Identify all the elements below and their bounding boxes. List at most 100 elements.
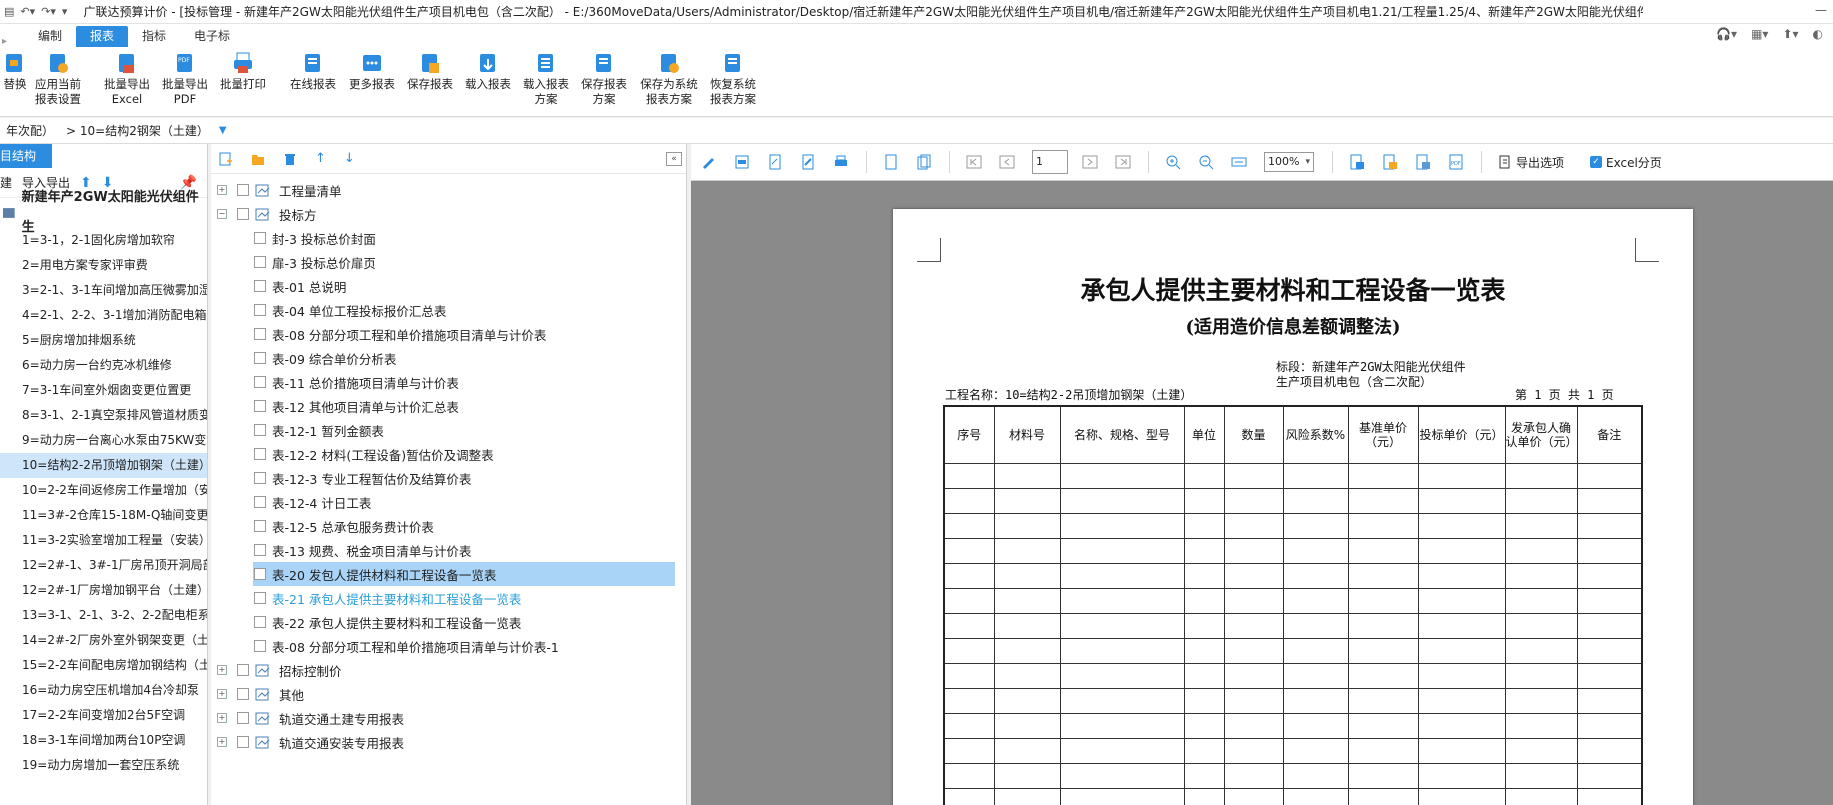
tree-report-item[interactable]: 表-04 单位工程投标报价汇总表: [211, 298, 686, 322]
collapse-icon[interactable]: −: [217, 209, 227, 219]
tree-checkbox[interactable]: [254, 496, 266, 508]
next-page-icon[interactable]: [1082, 154, 1098, 170]
tree-group[interactable]: + 工程量清单: [211, 178, 686, 202]
tree-checkbox[interactable]: [237, 664, 249, 676]
first-page-icon[interactable]: [966, 154, 982, 170]
unit-project-item[interactable]: 14=2#-2厂房外室外钢架变更（土: [0, 628, 207, 653]
load-report-scheme-button[interactable]: 载入报表 方案: [519, 51, 573, 107]
unit-project-item[interactable]: 3=2-1、3-1车间增加高压微雾加湿: [0, 278, 207, 303]
tree-report-item[interactable]: 表-09 综合单价分析表: [211, 346, 686, 370]
tree-report-item[interactable]: 表-12-4 计日工表: [211, 490, 686, 514]
tree-checkbox[interactable]: [254, 448, 266, 460]
apply-report-settings-button[interactable]: 应用当前 报表设置: [30, 51, 86, 107]
design-icon[interactable]: [734, 154, 750, 170]
unit-project-item[interactable]: 18=3-1车间增加两台10P空调: [0, 728, 207, 753]
unit-project-item[interactable]: 2=用电方案专家评审费: [0, 253, 207, 278]
new-button[interactable]: 建: [0, 174, 12, 191]
expand-icon[interactable]: +: [217, 737, 227, 747]
tree-checkbox[interactable]: [254, 328, 266, 340]
replace-button[interactable]: 替换: [0, 51, 30, 92]
tab-report[interactable]: 报表: [76, 26, 129, 47]
zoom-out-icon[interactable]: [1198, 154, 1214, 170]
unit-project-item[interactable]: 12=2#-1厂房增加钢平台（土建）: [0, 578, 207, 603]
tree-checkbox[interactable]: [254, 280, 266, 292]
breadcrumb-project[interactable]: 年次配）: [0, 122, 60, 139]
tree-group[interactable]: + 招标控制价: [211, 658, 686, 682]
add-folder-icon[interactable]: [251, 152, 265, 166]
tree-checkbox[interactable]: [237, 184, 249, 196]
tree-report-item[interactable]: 表-12-3 专业工程暂估价及结算价表: [211, 466, 686, 490]
prev-page-icon[interactable]: [999, 154, 1015, 170]
unit-project-item[interactable]: 8=3-1、2-1真空泵排风管道材质变: [0, 403, 207, 428]
unit-project-item[interactable]: 12=2#-1、3#-1厂房吊顶开洞局部: [0, 553, 207, 578]
move-up-icon[interactable]: ↑: [315, 151, 326, 166]
tree-checkbox[interactable]: [254, 256, 266, 268]
tree-report-item[interactable]: 表-12-2 材料(工程设备)暂估价及调整表: [211, 442, 686, 466]
load-report-button[interactable]: 载入报表: [461, 51, 515, 92]
unit-project-item[interactable]: 19=动力房增加一套空压系统: [0, 753, 207, 778]
export-excel-icon[interactable]: [1349, 154, 1365, 170]
unit-project-item[interactable]: 16=动力房空压机增加4台冷却泵: [0, 678, 207, 703]
project-structure-tab[interactable]: 目结构: [0, 144, 52, 168]
menu-caret-icon[interactable]: ▸: [0, 36, 10, 47]
format-icon[interactable]: [767, 154, 783, 170]
page-number-input[interactable]: 1: [1032, 150, 1068, 174]
more-icon[interactable]: ◐: [1813, 27, 1823, 41]
unit-project-item[interactable]: 10=2-2车间返修房工作量增加（安: [0, 478, 207, 503]
expand-icon[interactable]: +: [217, 713, 227, 723]
tree-report-item[interactable]: 表-08 分部分项工程和单价措施项目清单与计价表: [211, 322, 686, 346]
redo-icon[interactable]: ↷▾: [41, 5, 56, 18]
restore-system-scheme-button[interactable]: 恢复系统 报表方案: [705, 51, 761, 107]
expand-icon[interactable]: +: [217, 689, 227, 699]
tree-report-item[interactable]: 表-01 总说明: [211, 274, 686, 298]
tree-checkbox[interactable]: [254, 304, 266, 316]
breadcrumb-unit[interactable]: > 10=结构2钢架（土建）: [60, 122, 215, 139]
project-root[interactable]: 新建年产2GW太阳能光伏组件生: [0, 190, 207, 235]
save-report-scheme-button[interactable]: 保存报表 方案: [577, 51, 631, 107]
tree-report-item[interactable]: 表-12-1 暂列金额表: [211, 418, 686, 442]
save-report-button[interactable]: 保存报表: [403, 51, 457, 92]
export-pdf-icon[interactable]: PDF: [1448, 154, 1464, 170]
tree-checkbox[interactable]: [237, 688, 249, 700]
tree-checkbox[interactable]: [254, 568, 266, 580]
unit-project-item[interactable]: 11=3-2实验室增加工程量（安装）: [0, 528, 207, 553]
tab-index[interactable]: 指标: [128, 26, 180, 47]
tab-e-bid[interactable]: 电子标: [180, 26, 244, 47]
tree-checkbox[interactable]: [254, 376, 266, 388]
tree-checkbox[interactable]: [254, 232, 266, 244]
tree-report-item[interactable]: 表-21 承包人提供主要材料和工程设备一览表: [211, 586, 686, 610]
export-word-icon[interactable]: [1415, 154, 1431, 170]
tree-checkbox[interactable]: [254, 424, 266, 436]
batch-export-pdf-button[interactable]: PDF 批量导出 PDF: [158, 51, 212, 107]
tree-report-item[interactable]: 表-20 发包人提供材料和工程设备一览表: [253, 562, 675, 586]
tree-group[interactable]: + 其他: [211, 682, 686, 706]
help-icon[interactable]: 🎧▾: [1716, 27, 1737, 41]
upload-icon[interactable]: ⬆▾: [1782, 27, 1798, 41]
tree-checkbox[interactable]: [254, 616, 266, 628]
expand-icon[interactable]: +: [217, 665, 227, 675]
fit-width-icon[interactable]: [1231, 154, 1247, 170]
tree-report-item[interactable]: 表-12-5 总承包服务费计价表: [211, 514, 686, 538]
edit-icon[interactable]: [701, 154, 717, 170]
single-page-icon[interactable]: [883, 154, 899, 170]
tree-report-item[interactable]: 封-3 投标总价封面: [211, 226, 686, 250]
print-icon[interactable]: [833, 154, 849, 170]
move-down-icon[interactable]: ↓: [344, 151, 355, 166]
tab-edit[interactable]: 编制: [24, 26, 76, 47]
export-excel-all-icon[interactable]: [1382, 154, 1398, 170]
tree-group[interactable]: + 轨道交通安装专用报表: [211, 730, 686, 754]
multi-page-icon[interactable]: [916, 154, 932, 170]
tree-report-item[interactable]: 表-08 分部分项工程和单价措施项目清单与计价表-1: [211, 634, 686, 658]
save-as-system-scheme-button[interactable]: 保存为系统 报表方案: [635, 51, 703, 107]
batch-export-excel-button[interactable]: 批量导出 Excel: [100, 51, 154, 107]
tree-checkbox[interactable]: [254, 400, 266, 412]
unit-project-item[interactable]: 7=3-1车间室外烟囱变更位置更: [0, 378, 207, 403]
more-reports-button[interactable]: 更多报表: [345, 51, 399, 92]
minimize-icon[interactable]: —: [1815, 3, 1827, 17]
tree-checkbox[interactable]: [254, 640, 266, 652]
unit-project-item[interactable]: 17=2-2车间变增加2台5F空调: [0, 703, 207, 728]
undo-icon[interactable]: ↶▾: [20, 5, 35, 18]
tree-checkbox[interactable]: [237, 736, 249, 748]
modify-icon[interactable]: [800, 154, 816, 170]
unit-project-item[interactable]: 5=厨房增加排烟系统: [0, 328, 207, 353]
